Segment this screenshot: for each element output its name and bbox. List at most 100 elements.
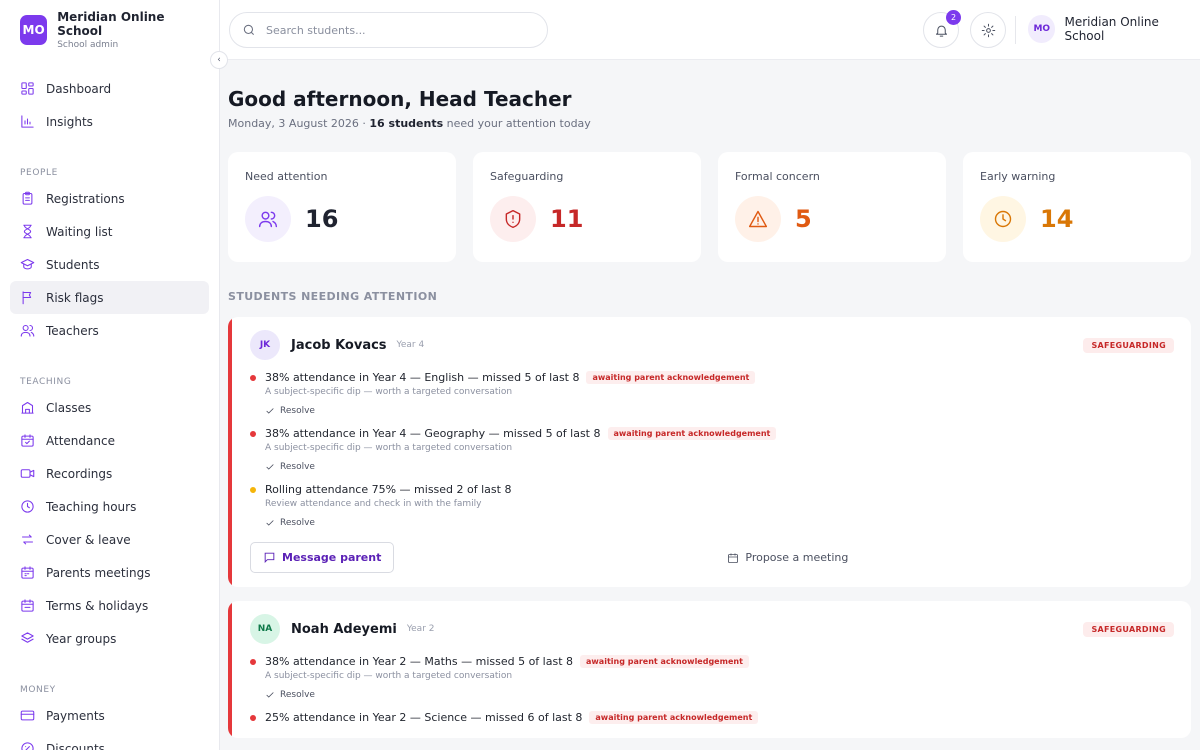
sidebar-item-dashboard[interactable]: Dashboard [10,72,209,105]
stat-label: Early warning [980,170,1056,183]
resolve-label: Resolve [280,462,315,472]
flag-description: A subject-specific dip — worth a targete… [265,443,513,453]
sidebar-item-classes[interactable]: Classes [10,391,209,424]
calendar-days-icon [21,599,34,612]
stat-card-formal-concern[interactable]: Formal concern 5 [718,152,946,262]
flag-description: A subject-specific dip — worth a targete… [265,671,513,681]
message-icon [264,552,275,563]
sidebar-item-cover-leave[interactable]: Cover & leave [10,523,209,556]
avatar: MO [1028,15,1056,43]
search-input[interactable] [266,23,526,37]
sidebar-item-discounts[interactable]: Discounts [10,732,209,750]
sidebar-item-payments[interactable]: Payments [10,699,209,732]
check-icon [266,520,274,526]
sidebar-item-attendance[interactable]: Attendance [10,424,209,457]
propose-meeting-button[interactable]: Propose a meeting [727,551,848,564]
flag-status-badge: awaiting parent acknowledgement [580,655,749,668]
sidebar-item-label: Discounts [46,741,105,750]
sidebar-nav: Dashboard Insights PEOPLE Registrations … [10,72,209,750]
settings-button[interactable] [970,12,1006,48]
sidebar-item-teaching-hours[interactable]: Teaching hours [10,490,209,523]
notifications-button[interactable]: 2 [923,10,961,48]
sidebar-item-label: Teaching hours [46,499,137,514]
stat-value: 14 [1040,205,1074,233]
sidebar-section-teaching: TEACHING [20,377,72,387]
severity-dot [250,715,256,721]
avatar: JK [250,330,280,360]
clock-icon [994,210,1012,228]
video-icon [20,469,35,478]
status-badge: SAFEGUARDING [1083,621,1174,637]
status-badge: SAFEGUARDING [1083,337,1174,353]
search-box[interactable] [229,12,548,48]
student-card: NA Noah Adeyemi Year 2 SAFEGUARDING 38% … [228,601,1191,738]
sidebar-item-label: Dashboard [46,81,112,96]
calendar-icon [728,553,739,563]
credit-card-icon [20,710,35,721]
sidebar-item-label: Payments [46,708,105,723]
chart-icon [21,115,34,128]
brand[interactable]: MO Meridian Online School School admin [0,0,219,60]
gear-icon [981,23,995,37]
student-year: Year 2 [406,624,435,634]
top-bar: 2 MO Meridian Online School [220,0,1200,60]
flag-status-badge: awaiting parent acknowledgement [589,711,759,724]
warning-icon [748,210,768,228]
sidebar-item-risk-flags[interactable]: Risk flags [10,281,209,314]
stat-card-need-attention[interactable]: Need attention 16 [228,152,456,262]
calendar-check-icon [21,434,34,447]
attention-text: need your attention today [443,117,591,130]
resolve-button[interactable]: Resolve [265,690,1174,700]
sidebar-item-registrations[interactable]: Registrations [10,182,209,215]
building-icon [21,401,34,414]
student-name[interactable]: Noah Adeyemi [291,622,397,637]
user-menu[interactable]: MO Meridian Online School [1028,15,1200,43]
stat-icon-wrap [245,196,291,242]
resolve-button[interactable]: Resolve [265,406,1174,416]
sidebar-item-recordings[interactable]: Recordings [10,457,209,490]
stat-label: Safeguarding [490,170,564,183]
sidebar-item-year-groups[interactable]: Year groups [10,622,209,655]
sidebar-item-terms-holidays[interactable]: Terms & holidays [10,589,209,622]
dashboard-icon [21,82,34,95]
stat-icon-wrap [980,196,1026,242]
stat-icon-wrap [735,196,781,242]
check-icon [266,464,274,470]
check-icon [266,408,274,414]
sidebar-item-label: Insights [46,114,93,129]
flag-title: 25% attendance in Year 2 — Science — mis… [265,711,583,724]
propose-meeting-label: Propose a meeting [745,551,849,564]
flag-item: 38% attendance in Year 4 — English — mis… [250,371,1174,416]
sidebar-item-parents-meetings[interactable]: Parents meetings [10,556,209,589]
stat-card-early-warning[interactable]: Early warning 14 [963,152,1191,262]
sidebar-item-teachers[interactable]: Teachers [10,314,209,347]
stat-card-safeguarding[interactable]: Safeguarding 11 [473,152,701,262]
collapse-sidebar-button[interactable]: ‹ [210,51,228,69]
clipboard-icon [22,191,33,205]
layers-icon [21,632,34,643]
message-parent-button[interactable]: Message parent [250,542,395,573]
flag-status-badge: awaiting parent acknowledgement [586,371,756,384]
stat-label: Formal concern [735,170,820,183]
sidebar-item-waiting-list[interactable]: Waiting list [10,215,209,248]
sidebar-item-students[interactable]: Students [10,248,209,281]
users-icon [258,211,278,228]
students-count: 16 students [369,117,444,130]
sidebar-item-label: Parents meetings [46,565,151,580]
student-card: JK Jacob Kovacs Year 4 SAFEGUARDING 38% … [228,317,1191,587]
sidebar-item-insights[interactable]: Insights [10,105,209,138]
flag-item: Rolling attendance 75% — missed 2 of las… [250,483,1174,528]
resolve-button[interactable]: Resolve [265,462,1174,472]
flag-item: 25% attendance in Year 2 — Science — mis… [250,711,1174,724]
severity-dot [250,431,256,437]
sidebar-item-label: Registrations [46,191,125,206]
resolve-button[interactable]: Resolve [265,518,1174,528]
search-icon [243,24,255,36]
severity-dot [250,375,256,381]
sidebar-item-label: Terms & holidays [46,598,149,613]
flag-title: 38% attendance in Year 2 — Maths — misse… [265,655,574,668]
stat-value: 11 [550,205,584,233]
sidebar-item-label: Risk flags [46,290,104,305]
flag-item: 38% attendance in Year 2 — Maths — misse… [250,655,1174,700]
student-name[interactable]: Jacob Kovacs [291,338,387,353]
